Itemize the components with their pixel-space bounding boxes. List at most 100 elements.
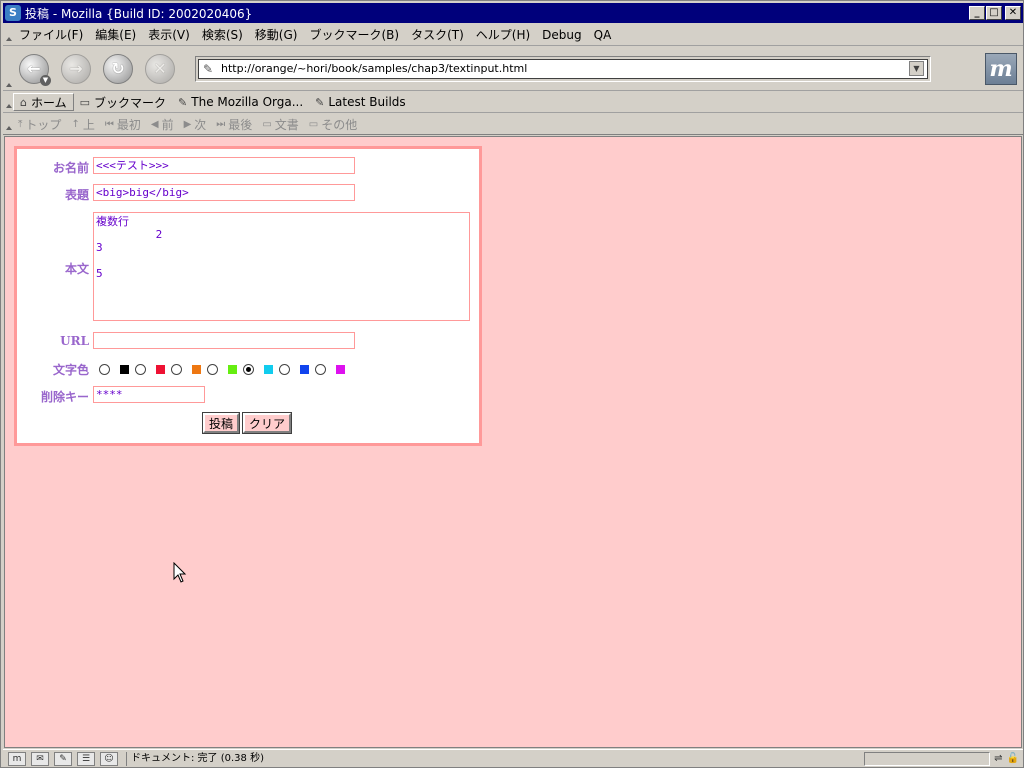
color-radio[interactable] xyxy=(315,363,326,375)
delete-key-label: 削除キー xyxy=(40,390,89,404)
site-nav-other[interactable]: ▭ その他 xyxy=(304,116,362,133)
color-swatch xyxy=(300,364,309,374)
site-nav-document[interactable]: ▭ 文書 xyxy=(257,116,303,133)
mozilla-component-icon[interactable]: m xyxy=(8,751,26,766)
menu-help[interactable]: ヘルプ(H) xyxy=(470,26,536,43)
mail-icon[interactable]: ✉ xyxy=(31,751,49,766)
maximize-button[interactable]: □ xyxy=(986,6,1002,20)
site-nav-grip[interactable] xyxy=(3,114,13,134)
menu-go[interactable]: 移動(G) xyxy=(249,26,304,43)
top-arrow-icon: ⤒ xyxy=(18,118,23,130)
site-nav-label: 最後 xyxy=(228,117,253,132)
color-swatch xyxy=(264,364,273,374)
stop-icon: ✕ xyxy=(153,59,167,78)
bookmark-link-label: Latest Builds xyxy=(328,95,406,109)
menubar-grip[interactable] xyxy=(3,24,13,45)
color-swatch xyxy=(156,364,165,374)
page-proxy-icon[interactable]: ✎ xyxy=(203,62,217,76)
close-button[interactable]: ✕ xyxy=(1005,6,1021,20)
color-radio[interactable] xyxy=(99,363,110,375)
bookmark-link-label: The Mozilla Orga... xyxy=(191,95,304,109)
back-button[interactable]: ← ▼ xyxy=(19,53,51,86)
url-input[interactable]: http://orange/~hori/book/samples/chap3/t… xyxy=(221,62,909,75)
mozilla-app-icon: S xyxy=(5,5,21,21)
clear-button[interactable]: クリア xyxy=(242,412,293,434)
site-nav-label: その他 xyxy=(321,117,358,132)
site-navigation-bar: ⤒ トップ ↑ 上 ⏮ 最初 ◀ 前 ▶ 次 ⏭ 最後 ▭ 文書 ▭ その他 xyxy=(3,114,1023,135)
color-swatch xyxy=(120,364,129,374)
page-content: お名前 <<<テスト>>> 表題 <big>big</big> 本文 複数行 2… xyxy=(4,136,1022,748)
color-radio[interactable] xyxy=(279,363,290,375)
reload-button[interactable]: ↻ xyxy=(103,53,133,84)
menu-view[interactable]: 表示(V) xyxy=(142,26,196,43)
site-nav-label: 最初 xyxy=(116,117,141,132)
body-textarea[interactable]: 複数行 2 3 5 xyxy=(93,212,470,321)
submit-button[interactable]: 投稿 xyxy=(201,412,241,434)
bookmark-link-mozilla-org[interactable]: ✎ The Mozilla Orga... xyxy=(172,95,309,109)
color-label: 文字色 xyxy=(52,363,89,377)
menu-qa[interactable]: QA xyxy=(588,28,618,42)
url-bar-container: ✎ http://orange/~hori/book/samples/chap3… xyxy=(195,55,931,82)
online-status-icon[interactable]: ⇌ xyxy=(994,753,1002,764)
color-radio[interactable] xyxy=(135,363,146,375)
post-form: お名前 <<<テスト>>> 表題 <big>big</big> 本文 複数行 2… xyxy=(14,146,482,446)
menu-bookmarks[interactable]: ブックマーク(B) xyxy=(303,26,405,43)
site-nav-label: トップ xyxy=(25,117,62,132)
stop-button[interactable]: ✕ xyxy=(145,53,175,84)
site-nav-label: 文書 xyxy=(274,117,299,132)
name-field[interactable]: <<<テスト>>> xyxy=(93,157,355,174)
bookmarks-button[interactable]: ▭ ブックマーク xyxy=(74,94,172,111)
site-nav-top[interactable]: ⤒ トップ xyxy=(13,116,66,133)
minimize-button[interactable]: _ xyxy=(969,6,985,20)
home-button[interactable]: ⌂ ホーム xyxy=(13,93,74,111)
back-dropdown-icon[interactable]: ▼ xyxy=(40,74,51,86)
navigation-toolbar: ← ▼ → ↻ ✕ ✎ http://orange/~hori/book/sam… xyxy=(3,47,1023,91)
bookmark-link-icon: ✎ xyxy=(178,95,188,109)
window-title: 投稿 - Mozilla {Build ID: 2002020406} xyxy=(25,6,253,21)
folder-icon: ▭ xyxy=(308,118,319,130)
url-label: URL xyxy=(60,334,89,348)
reload-icon: ↻ xyxy=(111,59,125,78)
color-swatch xyxy=(336,364,345,374)
color-radio[interactable] xyxy=(171,363,182,375)
color-swatch xyxy=(192,364,201,374)
navbar-grip[interactable] xyxy=(3,47,13,91)
folder-icon: ▭ xyxy=(79,95,91,109)
chat-icon[interactable]: ☺ xyxy=(100,751,118,766)
composer-icon[interactable]: ✎ xyxy=(54,751,72,766)
menu-file[interactable]: ファイル(F) xyxy=(13,26,89,43)
menu-edit[interactable]: 編集(E) xyxy=(89,26,142,43)
progress-meter xyxy=(864,751,991,766)
mozilla-throbber-icon[interactable]: m xyxy=(985,52,1017,85)
personal-toolbar-grip[interactable] xyxy=(3,92,13,112)
site-nav-label: 前 xyxy=(161,117,174,132)
forward-button[interactable]: → xyxy=(61,53,91,84)
site-nav-first[interactable]: ⏮ 最初 xyxy=(100,116,146,133)
site-nav-next[interactable]: ▶ 次 xyxy=(179,116,212,133)
subject-field[interactable]: <big>big</big> xyxy=(93,184,355,201)
menu-tasks[interactable]: タスク(T) xyxy=(405,26,470,43)
delete-key-field[interactable]: **** xyxy=(93,386,205,403)
site-nav-label: 次 xyxy=(194,117,207,132)
bookmark-link-latest-builds[interactable]: ✎ Latest Builds xyxy=(309,95,412,109)
site-nav-prev[interactable]: ◀ 前 xyxy=(146,116,179,133)
url-bar[interactable]: ✎ http://orange/~hori/book/samples/chap3… xyxy=(198,58,928,79)
bookmark-link-icon: ✎ xyxy=(315,95,325,109)
color-radio[interactable] xyxy=(207,363,218,375)
up-arrow-icon: ↑ xyxy=(71,118,80,130)
back-arrow-icon: ← xyxy=(27,59,41,78)
bookmarks-label: ブックマーク xyxy=(94,95,167,110)
folder-icon: ▭ xyxy=(262,118,272,130)
site-nav-last[interactable]: ⏭ 最後 xyxy=(211,116,257,133)
color-radio[interactable] xyxy=(243,363,254,375)
menu-search[interactable]: 検索(S) xyxy=(196,26,249,43)
url-dropdown-icon[interactable]: ▼ xyxy=(909,61,924,76)
home-label: ホーム xyxy=(30,95,67,110)
status-bar: m ✉ ✎ ☰ ☺ ドキュメント: 完了 (0.38 秒) ⇌ 🔓 xyxy=(3,749,1023,767)
color-swatch xyxy=(228,364,237,374)
security-lock-icon[interactable]: 🔓 xyxy=(1007,753,1019,764)
site-nav-up[interactable]: ↑ 上 xyxy=(66,116,99,133)
url-field[interactable] xyxy=(93,332,355,349)
address-book-icon[interactable]: ☰ xyxy=(77,751,95,766)
menu-debug[interactable]: Debug xyxy=(536,28,587,42)
